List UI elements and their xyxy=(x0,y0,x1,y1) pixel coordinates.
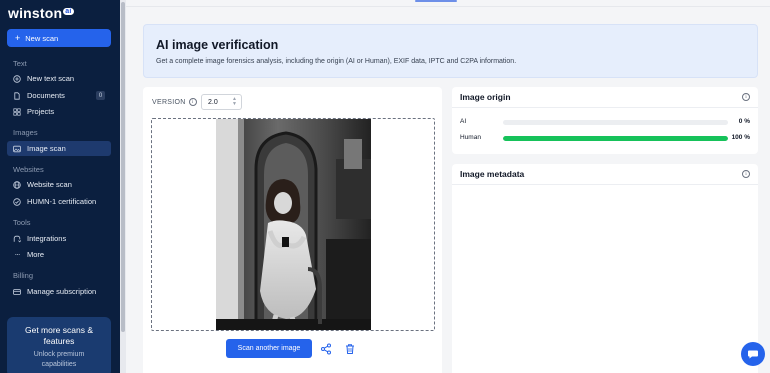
sidebar-item-label: New text scan xyxy=(27,74,75,83)
page-title: AI image verification xyxy=(156,38,279,52)
image-dropzone[interactable] xyxy=(151,118,435,331)
image-metadata-info-icon[interactable]: i xyxy=(742,170,750,178)
sidebar-item-image-scan[interactable]: Image scan xyxy=(7,141,111,156)
section-title-billing: Billing xyxy=(13,271,34,280)
new-scan-button[interactable]: + New scan xyxy=(7,29,111,47)
brand-name: winston xyxy=(8,5,63,21)
chat-support-button[interactable] xyxy=(741,342,765,366)
check-circle-icon xyxy=(13,197,21,206)
sidebar-item-label: Image scan xyxy=(27,144,66,153)
sidebar-item-label: Integrations xyxy=(27,234,67,243)
section-title-text: Text xyxy=(13,59,27,68)
section-title-websites: Websites xyxy=(13,165,44,174)
image-metadata-card: Image metadata i xyxy=(452,164,758,373)
image-metadata-title: Image metadata xyxy=(460,169,525,179)
image-icon xyxy=(13,145,21,153)
new-scan-label: New scan xyxy=(25,33,59,43)
origin-row-ai: AI 0 % xyxy=(460,117,750,127)
sidebar-item-label: Projects xyxy=(27,107,55,116)
sidebar-item-integrations[interactable]: Integrations xyxy=(7,231,111,246)
uploaded-image xyxy=(216,119,371,330)
image-origin-title: Image origin xyxy=(460,92,511,102)
sidebar-scrollbar-thumb[interactable] xyxy=(121,2,125,332)
page-header-card: AI image verification Get a complete ima… xyxy=(143,24,758,78)
globe-icon xyxy=(13,180,21,189)
documents-count-badge: 0 xyxy=(96,91,105,100)
chevron-updown-icon: ▲ ▼ xyxy=(232,96,237,107)
version-label: VERSION i xyxy=(152,98,197,106)
sidebar-item-label: HUMN-1 certification xyxy=(27,197,97,206)
sidebar-item-website-scan[interactable]: Website scan xyxy=(7,177,111,192)
winston-logo[interactable]: winston ai xyxy=(8,5,74,21)
version-info-icon[interactable]: i xyxy=(188,98,197,106)
origin-bar-fill-human xyxy=(503,136,728,141)
sidebar-item-label: More xyxy=(27,250,45,259)
plus-circle-icon xyxy=(13,74,21,83)
sidebar: winston ai + New scan Text New text scan … xyxy=(0,0,120,373)
integrations-icon xyxy=(13,235,21,243)
uploaded-image-illustration xyxy=(216,119,371,330)
page-subtitle: Get a complete image forensics analysis,… xyxy=(156,58,517,65)
origin-bar-track xyxy=(503,120,728,125)
image-origin-info-icon[interactable]: i xyxy=(742,93,750,101)
sidebar-item-new-text-scan[interactable]: New text scan xyxy=(7,71,111,86)
sidebar-item-label: Documents xyxy=(27,91,65,100)
origin-row-label: AI xyxy=(460,118,467,125)
sidebar-item-label: Manage subscription xyxy=(27,287,97,296)
more-icon: ··· xyxy=(14,250,21,259)
card-divider xyxy=(452,107,758,108)
section-title-tools: Tools xyxy=(13,218,31,227)
sidebar-item-manage-subscription[interactable]: Manage subscription xyxy=(7,284,111,299)
active-tab-indicator xyxy=(415,0,457,2)
card-divider xyxy=(452,184,758,185)
plus-icon: + xyxy=(15,33,21,43)
image-scan-panel: VERSION i 2.0 ▲ ▼ Scan another image xyxy=(143,87,442,373)
sidebar-item-projects[interactable]: Projects xyxy=(7,104,111,119)
promo-title: Get more scans & features xyxy=(24,325,94,346)
document-icon xyxy=(13,91,21,100)
version-select-value: 2.0 xyxy=(208,98,218,106)
sidebar-item-humn-certification[interactable]: HUMN-1 certification xyxy=(7,194,111,209)
origin-row-human: Human 100 % xyxy=(460,133,750,143)
sidebar-item-label: Website scan xyxy=(27,180,72,189)
origin-row-percent: 100 % xyxy=(731,134,750,141)
section-title-images: Images xyxy=(13,128,38,137)
origin-row-percent: 0 % xyxy=(738,118,750,125)
version-label-text: VERSION xyxy=(152,98,186,106)
chat-icon xyxy=(748,350,758,359)
upgrade-promo-card[interactable]: Get more scans & features Unlock premium… xyxy=(7,317,111,373)
grid-icon xyxy=(13,107,21,116)
sidebar-item-documents[interactable]: Documents 0 xyxy=(7,88,111,103)
trash-icon[interactable] xyxy=(344,342,356,354)
sidebar-item-more[interactable]: ··· More xyxy=(7,247,111,262)
version-select[interactable]: 2.0 ▲ ▼ xyxy=(201,94,242,110)
credit-card-icon xyxy=(13,288,21,296)
top-divider xyxy=(126,6,770,7)
scan-another-image-button[interactable]: Scan another image xyxy=(226,339,312,358)
share-icon[interactable] xyxy=(320,342,332,355)
image-origin-card: Image origin i AI 0 % Human 100 % xyxy=(452,87,758,154)
brand-badge: ai xyxy=(63,8,74,15)
origin-bar-track xyxy=(503,136,728,141)
origin-row-label: Human xyxy=(460,134,481,141)
promo-subtitle: Unlock premium capabilities xyxy=(33,351,85,368)
